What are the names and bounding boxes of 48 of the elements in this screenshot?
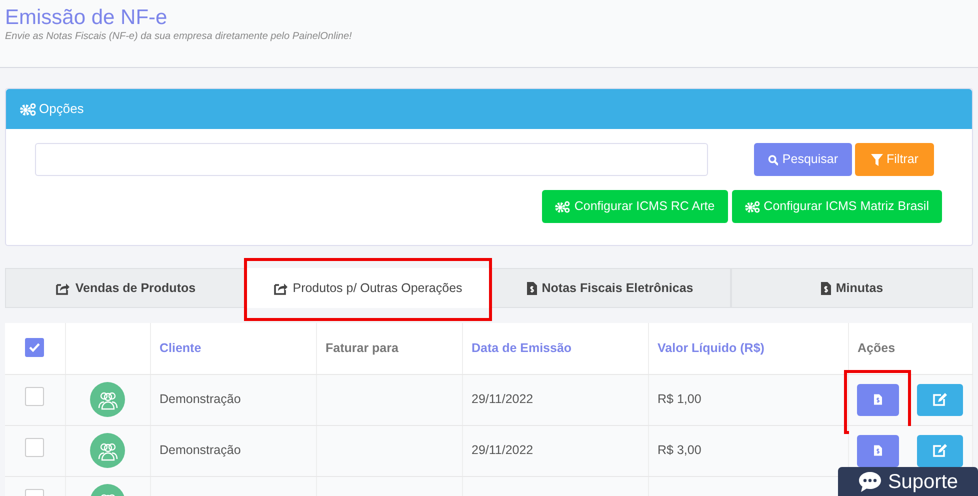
page-title: Emissão de NF-e (5, 6, 168, 30)
sortable-column-header[interactable]: Valor Líquido (R$) (658, 340, 764, 355)
edit-icon (932, 393, 946, 406)
edit-button[interactable] (916, 434, 962, 466)
tab[interactable]: Minutas (731, 268, 973, 308)
user-group-avatar (90, 382, 125, 417)
cell-text: 29/11/2022 (472, 392, 534, 406)
column-header: Ações (858, 340, 896, 355)
panel-title: Opções (39, 100, 84, 118)
tab[interactable]: Vendas de Produtos (5, 268, 247, 308)
invoice-icon (820, 282, 831, 294)
filter-button[interactable]: Filtrar (855, 143, 934, 176)
edit-icon (932, 444, 946, 457)
column-header: Faturar para (326, 340, 398, 355)
edit-button[interactable] (916, 384, 962, 416)
cell-text: Demonstração (160, 443, 241, 458)
check-icon (29, 343, 40, 352)
share-icon (274, 282, 288, 294)
invoice-icon (874, 394, 882, 405)
invoice-button[interactable] (856, 434, 898, 466)
tab[interactable]: Notas Fiscais Eletrônicas (489, 268, 731, 308)
select-all-checkbox[interactable] (25, 338, 44, 358)
cell-text: 29/11/2022 (472, 443, 534, 458)
row-checkbox[interactable] (25, 438, 44, 458)
cell-text: R$ 3,00 (658, 443, 702, 458)
support-button[interactable]: Suporte (838, 467, 978, 496)
configure-button[interactable]: Configurar ICMS RC Arte (542, 190, 728, 223)
gears-icon (555, 200, 570, 212)
gears-icon (744, 200, 760, 212)
row-checkbox[interactable] (25, 387, 44, 406)
sortable-column-header[interactable]: Data de Emissão (472, 340, 572, 355)
search-icon (768, 154, 778, 166)
search-field[interactable] (35, 143, 708, 176)
share-icon (56, 282, 70, 294)
sortable-column-header[interactable]: Cliente (160, 340, 202, 355)
gears-icon (20, 102, 36, 116)
chat-icon (858, 470, 882, 492)
invoice-button[interactable] (856, 384, 898, 416)
cell-text: Demonstração (160, 392, 241, 406)
user-group-avatar (90, 433, 125, 468)
configure-button[interactable]: Configurar ICMS Matriz Brasil (732, 190, 942, 223)
filter-icon (870, 154, 883, 166)
page-subtitle: Envie as Notas Fiscais (NF-e) da sua empresa diretamente pelo PainelOnline! (5, 30, 353, 44)
tab[interactable]: Produtos p/ Outras Operações (247, 268, 489, 308)
invoice-icon (526, 282, 537, 294)
cell-text: R$ 1,00 (658, 392, 702, 406)
search-button[interactable]: Pesquisar (754, 143, 852, 176)
invoice-icon (874, 445, 882, 456)
